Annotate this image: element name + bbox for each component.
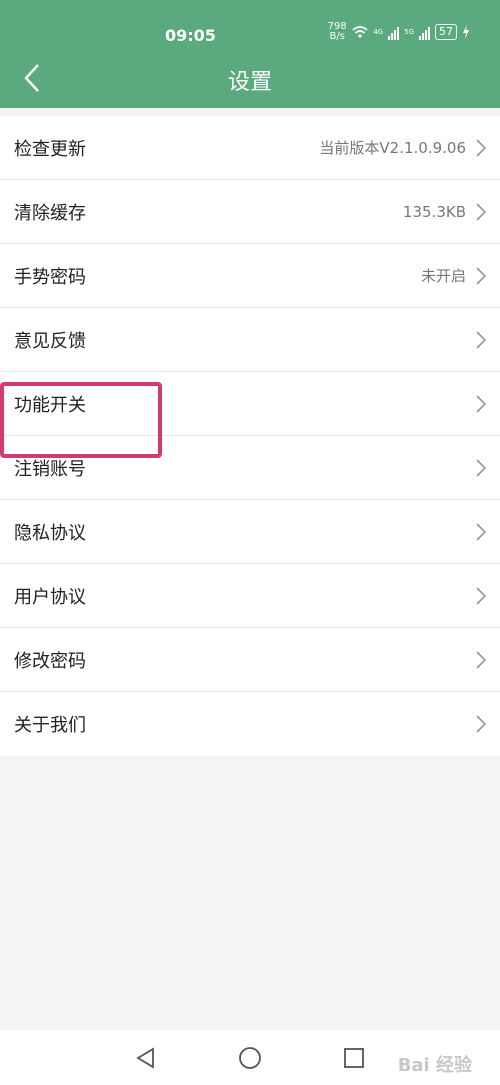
status-icons: 798 B/s 4G 5G 57 [327, 22, 470, 42]
nav-recents-button[interactable] [302, 1047, 406, 1069]
settings-item-feedback[interactable]: 意见反馈 [0, 308, 500, 372]
settings-item-label: 隐私协议 [14, 522, 86, 544]
settings-item-privacy-policy[interactable]: 隐私协议 [0, 500, 500, 564]
triangle-back-icon [136, 1046, 154, 1069]
page-title: 设置 [227, 70, 272, 95]
app-header: 09:05 798 B/s 4G 5G 57 设置 [0, 0, 500, 108]
gesture-status-value: 未开启 [420, 267, 466, 285]
chevron-right-icon [476, 458, 488, 478]
nav-back-button[interactable] [94, 1046, 198, 1069]
settings-item-label: 关于我们 [14, 715, 86, 736]
chevron-right-icon [476, 394, 488, 414]
watermark: Bai 经验 [397, 1055, 472, 1076]
settings-item-user-agreement[interactable]: 用户协议 [0, 564, 500, 628]
chevron-right-icon [476, 650, 488, 670]
settings-item-label: 手势密码 [14, 266, 86, 288]
network-speed-unit: B/s [329, 31, 345, 42]
status-time: 09:05 [165, 26, 216, 45]
settings-item-label: 检查更新 [14, 138, 86, 160]
signal-icon [419, 24, 430, 40]
sim2-label: 5G [404, 28, 414, 36]
nav-home-button[interactable] [198, 1046, 302, 1070]
settings-item-label: 意见反馈 [14, 330, 86, 352]
settings-item-clear-cache[interactable]: 清除缓存 135.3KB [0, 180, 500, 244]
settings-item-about-us[interactable]: 关于我们 [0, 692, 500, 756]
settings-item-check-update[interactable]: 检查更新 当前版本V2.1.0.9.06 [0, 116, 500, 180]
chevron-right-icon [476, 202, 488, 222]
settings-item-label: 清除缓存 [14, 202, 86, 224]
settings-item-label: 用户协议 [14, 586, 86, 608]
charging-icon [463, 25, 469, 39]
settings-item-label: 注销账号 [14, 458, 86, 480]
sim1-label: 4G [373, 28, 384, 36]
highlight-box [0, 382, 162, 458]
signal-icon [388, 24, 400, 40]
chevron-right-icon [476, 586, 488, 606]
network-speed: 798 B/s [327, 22, 347, 42]
wifi-icon [352, 26, 368, 38]
circle-home-icon [239, 1046, 261, 1069]
cache-size-value: 135.3KB [402, 202, 466, 221]
chevron-right-icon [476, 714, 488, 734]
chevron-right-icon [476, 266, 488, 286]
version-value: 当前版本V2.1.0.9.06 [319, 139, 466, 157]
settings-item-label: 修改密码 [14, 650, 86, 672]
chevron-right-icon [476, 330, 488, 350]
chevron-right-icon [476, 138, 488, 158]
square-recents-icon [344, 1047, 364, 1068]
battery-icon: 57 [435, 24, 457, 40]
chevron-right-icon [476, 522, 488, 542]
settings-item-gesture-password[interactable]: 手势密码 未开启 [0, 244, 500, 308]
settings-item-change-password[interactable]: 修改密码 [0, 628, 500, 692]
